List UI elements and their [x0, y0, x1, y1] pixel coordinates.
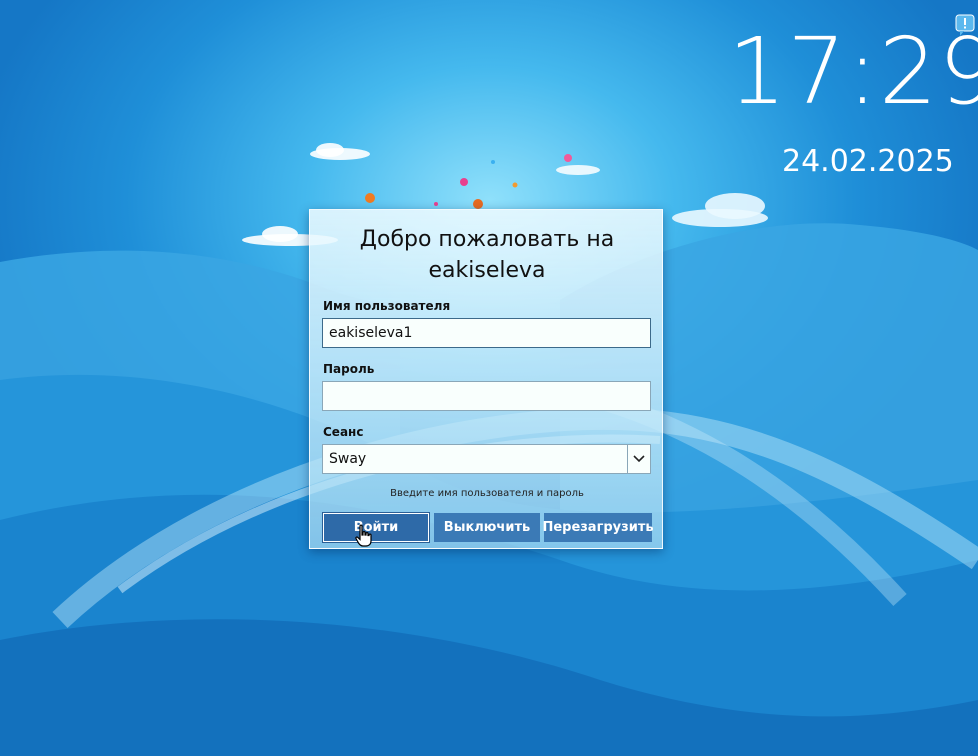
login-button[interactable]: Войти [322, 512, 430, 543]
hand-cursor-icon [355, 524, 372, 547]
notification-icon[interactable] [955, 14, 975, 38]
shutdown-button[interactable]: Выключить [434, 513, 540, 542]
session-value: Sway [329, 451, 367, 467]
chevron-down-icon[interactable] [627, 445, 650, 473]
welcome-title: Добро пожаловать на eakiseleva [359, 227, 615, 283]
reboot-button[interactable]: Перезагрузить [542, 513, 654, 542]
hint-text: Введите имя пользователя и пароль [390, 488, 584, 499]
password-label: Пароль [323, 362, 375, 376]
username-label: Имя пользователя [323, 299, 451, 313]
session-select[interactable]: Sway [322, 444, 651, 474]
login-panel: Добро пожаловать на eakiseleva Имя польз… [309, 209, 663, 549]
clock-date: 24.02.2025 [782, 144, 954, 179]
password-input[interactable] [322, 381, 651, 411]
username-input[interactable]: eakiseleva1 [322, 318, 651, 348]
session-label: Сеанс [323, 425, 364, 439]
clock-time: 17:29 [727, 18, 978, 125]
